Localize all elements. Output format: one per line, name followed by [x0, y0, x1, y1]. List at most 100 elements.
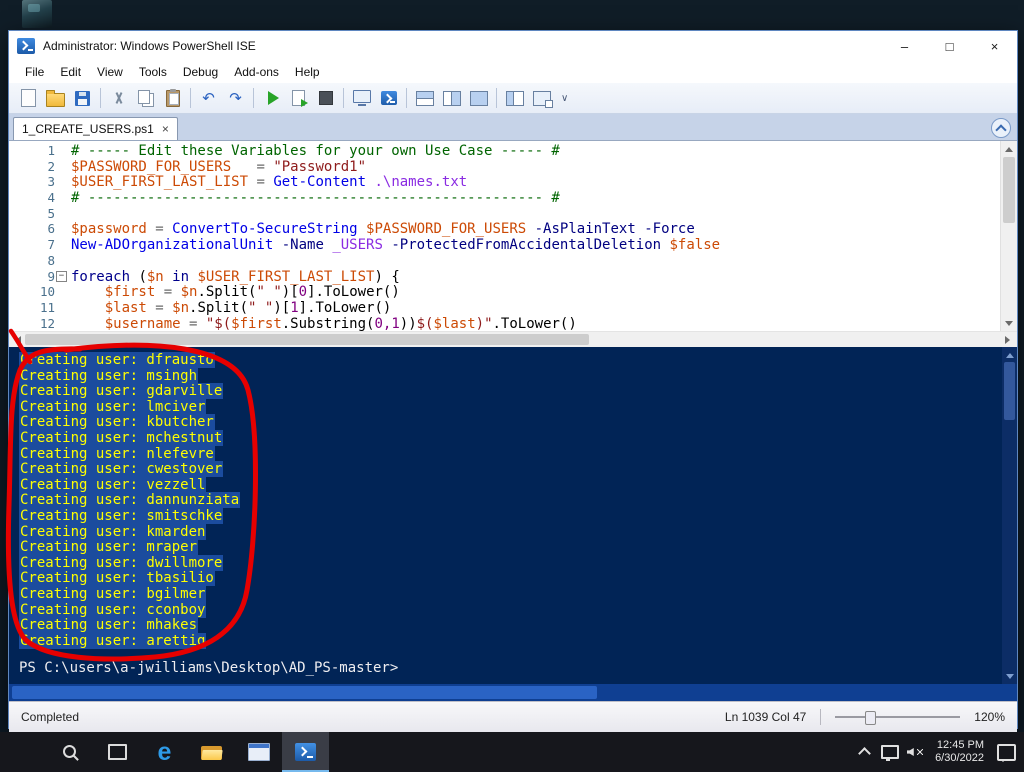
- separator: [820, 709, 822, 725]
- taskbar-clock[interactable]: 12:45 PM 6/30/2022: [927, 739, 992, 765]
- taskbar-task-view-button[interactable]: [94, 732, 141, 772]
- maximize-button[interactable]: □: [927, 31, 972, 61]
- toolbar-separator: [100, 88, 101, 108]
- editor-horizontal-scrollbar[interactable]: [9, 331, 1017, 347]
- script-tab[interactable]: 1_CREATE_USERS.ps1 ×: [13, 117, 178, 140]
- cursor-position: Ln 1039 Col 47: [724, 710, 807, 724]
- console-prompt[interactable]: PS C:\users\a-jwilliams\Desktop\AD_PS-ma…: [19, 660, 1017, 676]
- new-script-button[interactable]: [15, 85, 42, 111]
- code-line: 5: [9, 206, 1001, 222]
- taskbar-edge-button[interactable]: e: [141, 732, 188, 772]
- scrollbar-thumb[interactable]: [1004, 362, 1015, 420]
- copy-button[interactable]: [132, 85, 159, 111]
- minimize-button[interactable]: –: [882, 31, 927, 61]
- tray-volume-button[interactable]: [902, 732, 927, 772]
- menu-item-file[interactable]: File: [17, 65, 52, 79]
- action-center-button[interactable]: [992, 732, 1020, 772]
- scroll-down-arrow-icon[interactable]: [1001, 316, 1017, 331]
- menu-item-tools[interactable]: Tools: [131, 65, 175, 79]
- scroll-up-arrow-icon[interactable]: [1002, 347, 1017, 362]
- tray-hidden-icons-chevron-button[interactable]: [852, 732, 877, 772]
- edge-icon: e: [157, 737, 172, 766]
- copy-icon: [137, 89, 150, 104]
- scrollbar-thumb[interactable]: [25, 334, 590, 345]
- run-script-button[interactable]: [258, 85, 285, 111]
- tab-close-icon[interactable]: ×: [162, 122, 169, 136]
- layout-script-max-button[interactable]: [465, 85, 492, 111]
- taskbar-app-window-button[interactable]: [235, 732, 282, 772]
- close-button[interactable]: ×: [972, 31, 1017, 61]
- open-script-button[interactable]: [42, 85, 69, 111]
- taskbar-search-button[interactable]: [47, 732, 94, 772]
- zoom-slider-thumb[interactable]: [865, 711, 877, 725]
- system-tray: 12:45 PM 6/30/2022: [852, 732, 1024, 772]
- taskbar-powershell-ise-button[interactable]: [282, 732, 329, 772]
- redo-button[interactable]: ↷: [222, 85, 249, 111]
- undo-button[interactable]: ↶: [195, 85, 222, 111]
- zoom-slider[interactable]: [835, 709, 961, 725]
- stop-operation-button[interactable]: [312, 85, 339, 111]
- code-area[interactable]: 1 # ----- Edit these Variables for your o…: [9, 141, 1001, 331]
- menu-item-view[interactable]: View: [89, 65, 131, 79]
- layout-script-top-button[interactable]: [411, 85, 438, 111]
- console-output-line: Creating user: vezzell: [19, 476, 207, 493]
- taskbar-file-explorer-button[interactable]: [188, 732, 235, 772]
- new-remote-powershell-tab-icon: [352, 90, 371, 106]
- toolbar-separator: [496, 88, 497, 108]
- new-script-icon: [21, 89, 36, 107]
- scrollbar-thumb[interactable]: [1003, 157, 1015, 223]
- code-line: 12 $username = "$($first.Substring(0,1))…: [9, 316, 1001, 331]
- console-output-line: Creating user: tbasilio: [19, 570, 215, 587]
- editor-vertical-scrollbar[interactable]: [1000, 141, 1017, 331]
- console-output-line: Creating user: kbutcher: [19, 414, 215, 431]
- line-number: 2: [47, 158, 55, 174]
- run-selection-icon: [292, 90, 308, 107]
- scroll-right-arrow-icon[interactable]: [1005, 335, 1014, 344]
- window-title: Administrator: Windows PowerShell ISE: [43, 39, 256, 53]
- console-horizontal-scrollbar[interactable]: [9, 684, 1017, 701]
- console-output-line: Creating user: lmciver: [19, 398, 207, 415]
- menu-item-addons[interactable]: Add-ons: [226, 65, 287, 79]
- scrollbar-thumb[interactable]: [12, 686, 597, 699]
- console-pane[interactable]: Creating user: dfrausto Creating user: ms…: [9, 347, 1017, 684]
- console-output-line: Creating user: arettig: [19, 632, 207, 649]
- tray-display-button[interactable]: [877, 732, 902, 772]
- desktop-icon-partial[interactable]: [22, 0, 52, 28]
- clock-time: 12:45 PM: [936, 739, 984, 751]
- menu-item-edit[interactable]: Edit: [52, 65, 89, 79]
- line-number: 11: [39, 299, 55, 315]
- save-button[interactable]: [69, 85, 96, 111]
- code-line: 9− foreach ($n in $USER_FIRST_LAST_LIST) …: [9, 269, 1001, 285]
- toolbar-overflow-icon[interactable]: ∨: [561, 93, 568, 104]
- taskbar-start-button[interactable]: [0, 732, 47, 772]
- hidden-icons-chevron-icon: [858, 747, 871, 760]
- console-output-line: Creating user: gdarville: [19, 383, 224, 400]
- console-vertical-scrollbar[interactable]: [1002, 347, 1017, 684]
- zoom-level: 120%: [974, 710, 1005, 724]
- script-tab-label: 1_CREATE_USERS.ps1: [22, 122, 154, 136]
- scroll-left-arrow-icon[interactable]: [12, 335, 21, 344]
- open-new-window-icon: [532, 90, 553, 108]
- paste-button[interactable]: [159, 85, 186, 111]
- taskbar-apps: e: [0, 732, 329, 772]
- menu-item-help[interactable]: Help: [287, 65, 328, 79]
- console-output-line: Creating user: bgilmer: [19, 585, 207, 602]
- cut-button[interactable]: [105, 85, 132, 111]
- collapse-script-pane-button[interactable]: [991, 118, 1011, 138]
- show-command-window-button[interactable]: [501, 85, 528, 111]
- run-selection-button[interactable]: [285, 85, 312, 111]
- console-output: Creating user: dfrausto Creating user: ms…: [9, 347, 1017, 649]
- scroll-down-arrow-icon[interactable]: [1002, 669, 1017, 684]
- layout-script-right-button[interactable]: [438, 85, 465, 111]
- menu-item-debug[interactable]: Debug: [175, 65, 226, 79]
- console-output-line: Creating user: smitschke: [19, 507, 224, 524]
- task-view-icon: [108, 744, 127, 760]
- new-remote-powershell-tab-button[interactable]: [348, 85, 375, 111]
- start-powershell-button[interactable]: [375, 85, 402, 111]
- open-new-window-button[interactable]: [528, 85, 555, 111]
- volume-icon: [907, 746, 923, 758]
- code-line: 3 $USER_FIRST_LAST_LIST = Get-Content .\n…: [9, 174, 1001, 190]
- show-command-window-icon: [505, 90, 524, 106]
- scroll-up-arrow-icon[interactable]: [1001, 141, 1017, 156]
- console-output-line: Creating user: mhakes: [19, 617, 199, 634]
